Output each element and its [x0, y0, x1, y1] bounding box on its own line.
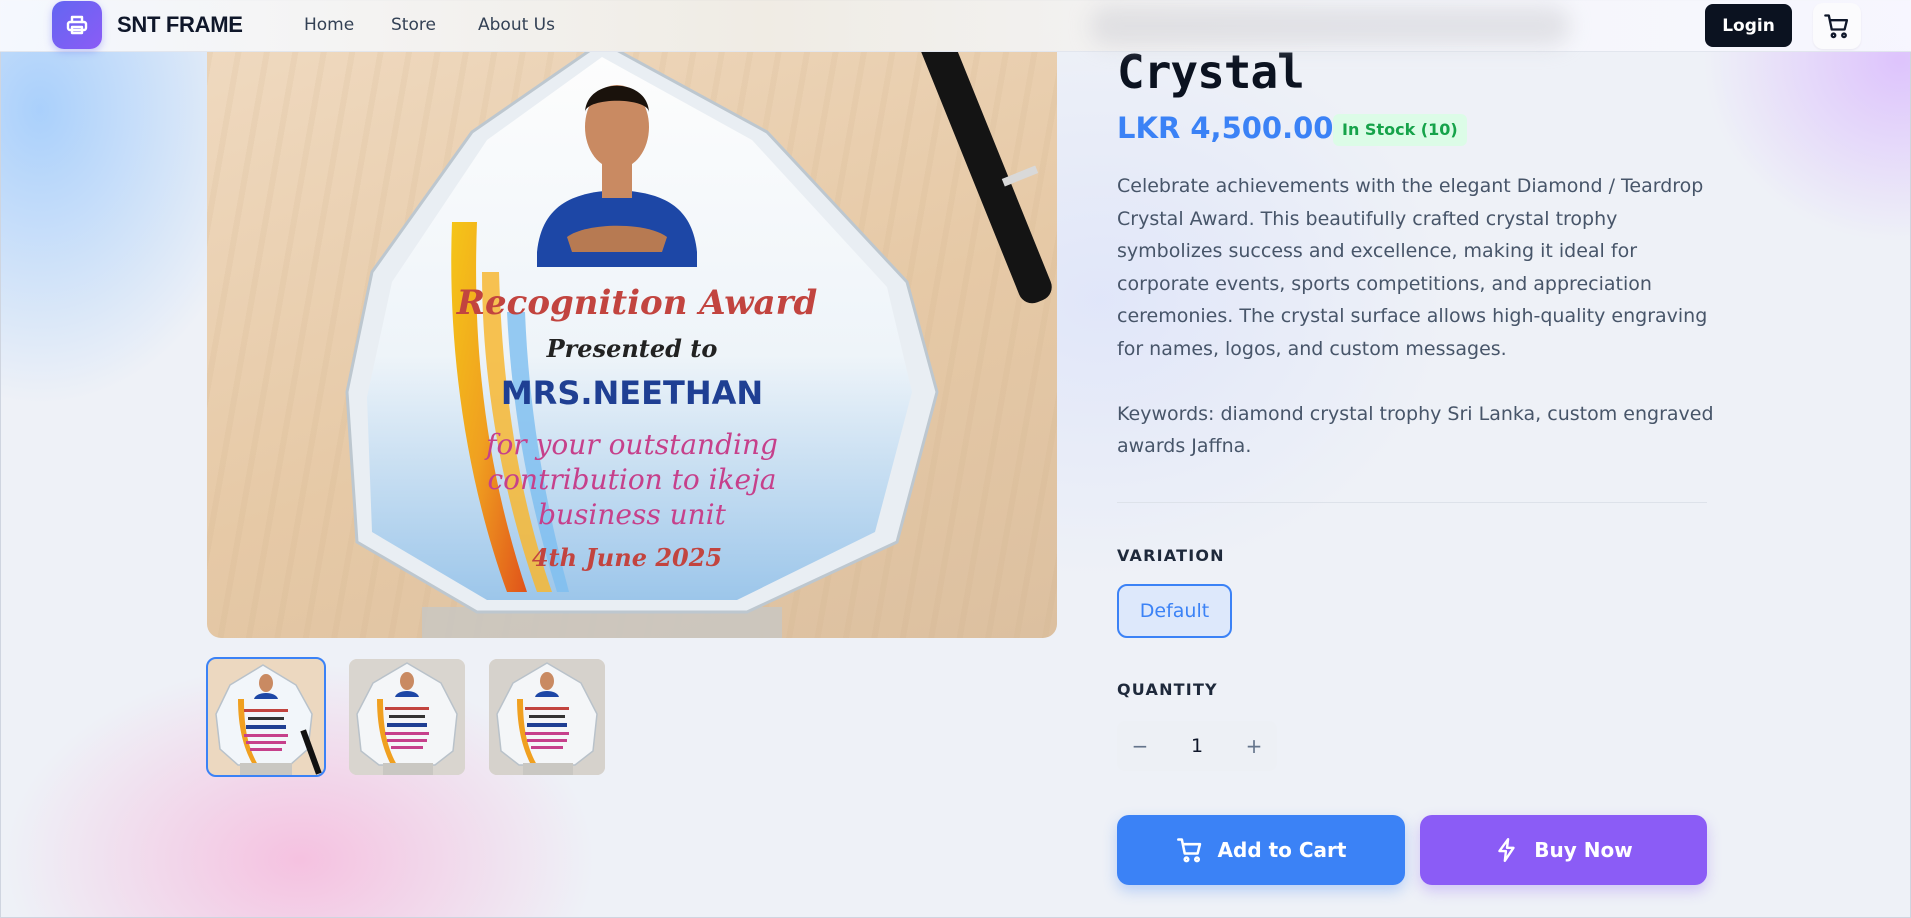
quantity-increase-button[interactable]: +: [1231, 721, 1277, 771]
shopping-cart-icon: [1176, 838, 1201, 863]
nav-link-about-us[interactable]: About Us: [478, 15, 555, 35]
product-main-image[interactable]: Recognition Award Presented to MRS.NEETH…: [207, 52, 1057, 638]
shopping-cart-icon: [1824, 14, 1849, 39]
blurred-search-area: [1090, 6, 1570, 46]
award-title: Recognition Award: [456, 283, 818, 323]
top-navbar: SNT FRAME Home Store About Us Login: [0, 0, 1911, 52]
quantity-decrease-button[interactable]: −: [1117, 721, 1163, 771]
quantity-value[interactable]: 1: [1163, 721, 1231, 771]
thumbnail-1[interactable]: [206, 657, 326, 777]
login-button[interactable]: Login: [1705, 4, 1792, 47]
product-title: Crystal: [1117, 45, 1305, 99]
pen: [916, 52, 1052, 304]
thumbnail-2[interactable]: [349, 659, 465, 775]
divider: [1117, 502, 1707, 503]
add-to-cart-button[interactable]: Add to Cart: [1117, 815, 1405, 885]
presented-to: Presented to: [546, 334, 718, 363]
award-date: 4th June 2025: [532, 543, 722, 572]
variation-label: VARIATION: [1117, 546, 1225, 565]
recipient-name: MRS.NEETHAN: [501, 374, 763, 412]
add-to-cart-label: Add to Cart: [1217, 838, 1347, 862]
thumbnail-3[interactable]: [489, 659, 605, 775]
brand-name[interactable]: SNT FRAME: [117, 12, 243, 38]
nav-link-store[interactable]: Store: [391, 15, 436, 35]
message-line-1: for your outstanding: [484, 428, 778, 461]
cart-button[interactable]: [1813, 3, 1861, 49]
product-price: LKR 4,500.00: [1117, 111, 1334, 145]
variation-option-default[interactable]: Default: [1117, 584, 1232, 638]
brand-logo[interactable]: [52, 1, 102, 49]
nav-link-home[interactable]: Home: [304, 15, 354, 35]
stock-badge: In Stock (10): [1333, 114, 1467, 146]
message-line-3: business unit: [538, 498, 727, 531]
lightning-bolt-icon: [1498, 837, 1515, 863]
buy-now-button[interactable]: Buy Now: [1420, 815, 1707, 885]
quantity-stepper: − 1 +: [1117, 721, 1277, 771]
message-line-2: contribution to ikeja: [488, 463, 777, 496]
quantity-label: QUANTITY: [1117, 680, 1218, 699]
buy-now-label: Buy Now: [1534, 838, 1633, 862]
product-description: Celebrate achievements with the elegant …: [1117, 175, 1714, 457]
printer-icon: [66, 15, 88, 35]
